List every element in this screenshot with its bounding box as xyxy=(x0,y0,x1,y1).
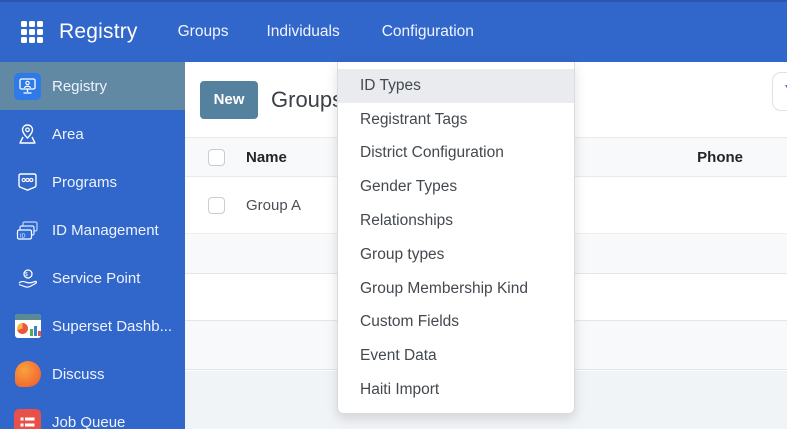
menu-item-custom-fields[interactable]: Custom Fields xyxy=(338,306,574,340)
sidebar-item-label: Discuss xyxy=(52,365,105,383)
menu-item-gender-types[interactable]: Gender Types xyxy=(338,170,574,204)
sidebar-item-job-queue[interactable]: Job Queue xyxy=(0,398,185,429)
service-point-icon: $ xyxy=(14,265,41,292)
sidebar-item-superset-dashboard[interactable]: Superset Dashb... xyxy=(0,302,185,350)
svg-text:ID: ID xyxy=(20,233,26,239)
sidebar-item-label: Job Queue xyxy=(52,413,126,429)
menu-item-registrant-tags[interactable]: Registrant Tags xyxy=(338,103,574,137)
app-window: Registry Groups Individuals Configuratio… xyxy=(0,0,787,429)
sidebar-item-area[interactable]: Area xyxy=(0,110,185,158)
sidebar-item-label: Programs xyxy=(52,173,118,191)
column-header-phone[interactable]: Phone xyxy=(587,149,787,166)
menu-item-id-types[interactable]: ID Types xyxy=(338,69,574,103)
discuss-icon xyxy=(14,361,41,388)
sidebar-item-registry[interactable]: Registry xyxy=(0,62,185,110)
sidebar-item-label: Area xyxy=(52,125,84,143)
sidebar-item-label: Registry xyxy=(52,77,108,95)
nav-menu-groups[interactable]: Groups xyxy=(178,23,229,41)
sidebar-item-service-point[interactable]: $ Service Point xyxy=(0,254,185,302)
area-icon xyxy=(14,121,41,148)
select-all-checkbox[interactable] xyxy=(208,148,225,166)
nav-menu-configuration[interactable]: Configuration xyxy=(382,23,474,41)
search-input[interactable] xyxy=(772,72,787,111)
sidebar: Registry Area Programs ID ID Management … xyxy=(0,62,185,429)
sidebar-item-id-management[interactable]: ID ID Management xyxy=(0,206,185,254)
menu-item-group-types[interactable]: Group types xyxy=(338,238,574,272)
new-button[interactable]: New xyxy=(200,80,258,119)
job-queue-icon xyxy=(14,408,41,429)
menu-item-event-data[interactable]: Event Data xyxy=(338,339,574,373)
menu-item-group-membership-kind[interactable]: Group Membership Kind xyxy=(338,272,574,306)
configuration-dropdown-menu: ID Types Registrant Tags District Config… xyxy=(337,62,575,414)
sidebar-item-label: Superset Dashb... xyxy=(52,317,173,335)
sidebar-item-label: Service Point xyxy=(52,269,141,287)
superset-dashboard-icon xyxy=(14,313,41,340)
registry-icon xyxy=(14,72,41,100)
app-brand-title[interactable]: Registry xyxy=(59,20,138,44)
menu-item-district-configuration[interactable]: District Configuration xyxy=(338,137,574,171)
sidebar-item-discuss[interactable]: Discuss xyxy=(0,350,185,398)
menu-item-haiti-import[interactable]: Haiti Import xyxy=(338,373,574,407)
top-navbar: Registry Groups Individuals Configuratio… xyxy=(0,0,787,62)
sidebar-item-programs[interactable]: Programs xyxy=(0,158,185,206)
sidebar-item-label: ID Management xyxy=(52,221,159,239)
nav-menu-individuals[interactable]: Individuals xyxy=(266,23,339,41)
page-title: Groups xyxy=(271,86,344,112)
menu-item-relationships[interactable]: Relationships xyxy=(338,204,574,238)
programs-icon xyxy=(14,169,41,196)
row-checkbox[interactable] xyxy=(208,196,225,214)
apps-grid-icon[interactable] xyxy=(21,21,43,43)
id-management-icon: ID xyxy=(14,217,41,244)
svg-text:$: $ xyxy=(25,272,28,278)
